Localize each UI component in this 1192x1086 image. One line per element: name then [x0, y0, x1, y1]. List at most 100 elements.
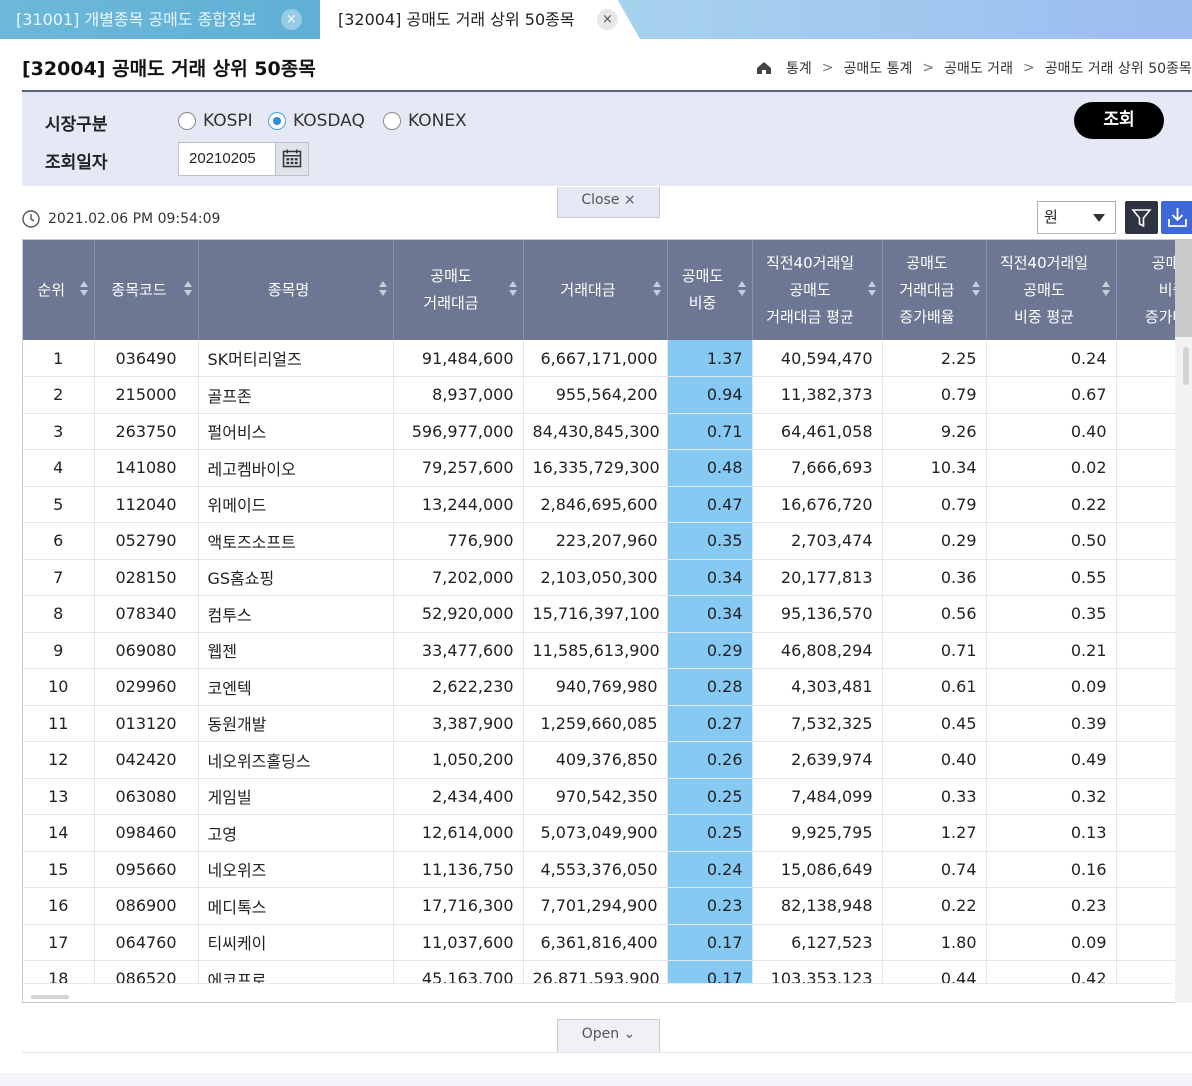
timestamp: 2021.02.06 PM 09:54:09: [22, 210, 220, 228]
short-ratio-cell: 0.23: [667, 887, 753, 925]
radio-konex[interactable]: KONEX: [383, 111, 467, 131]
table-row[interactable]: 12 042420 네오위즈홀딩스 1,050,200 409,376,850 0.26 2…: [23, 741, 1191, 779]
rank-cell: 17: [23, 924, 95, 961]
table-row[interactable]: 8 078340 컴투스 52,920,000 15,716,397,100 0.34 95…: [23, 595, 1191, 633]
table-row[interactable]: 1 036490 SK머티리얼즈 91,484,600 6,667,171,000 1.3…: [23, 340, 1191, 377]
close-panel-button[interactable]: Close ×: [557, 187, 660, 218]
avg40-ratio-cell: 0.22: [986, 486, 1117, 523]
name-cell: 펄어비스: [198, 413, 394, 450]
rank-cell: 4: [23, 449, 95, 487]
search-button[interactable]: 조회: [1074, 102, 1164, 139]
column-header[interactable]: 공매도 거래대금 증가배율: [882, 240, 987, 340]
radio-kosdaq[interactable]: KOSDAQ: [268, 111, 365, 131]
code-cell: 098460: [94, 814, 199, 852]
table-row[interactable]: 13 063080 게임빌 2,434,400 970,542,350 0.25 7,484…: [23, 778, 1191, 815]
tab-bar: [31001] 개별종목 공매도 종합정보 × [32004] 공매도 거래 상…: [0, 0, 1192, 39]
code-cell: 063080: [94, 778, 199, 815]
tab-31001[interactable]: [31001] 개별종목 공매도 종합정보 ×: [0, 0, 320, 39]
table-row[interactable]: 16 086900 메디톡스 17,716,300 7,701,294,900 0.23 8…: [23, 887, 1191, 925]
avg40-ratio-cell: 0.09: [986, 924, 1117, 961]
table-row[interactable]: 15 095660 네오위즈 11,136,750 4,553,376,050 0.24 1…: [23, 851, 1191, 888]
code-cell: 078340: [94, 595, 199, 633]
short-amount-cell: 11,037,600: [393, 924, 524, 961]
column-header[interactable]: 거래대금: [523, 240, 668, 340]
date-input[interactable]: 20210205: [178, 142, 276, 176]
filter-button[interactable]: [1125, 201, 1158, 234]
name-cell: 네오위즈: [198, 851, 394, 888]
trade-amount-cell: 11,585,613,900: [523, 632, 668, 669]
tab-close-icon[interactable]: ×: [597, 9, 618, 30]
download-button[interactable]: [1161, 201, 1192, 234]
sort-icon[interactable]: [79, 281, 88, 297]
vertical-scrollbar[interactable]: [1175, 239, 1192, 1003]
avg40-ratio-cell: 0.49: [986, 741, 1117, 779]
name-cell: 게임빌: [198, 778, 394, 815]
table-row[interactable]: 14 098460 고영 12,614,000 5,073,049,900 0.25 9,9…: [23, 814, 1191, 852]
name-cell: 액토즈소프트: [198, 522, 394, 560]
filter-icon: [1131, 209, 1152, 228]
sort-icon[interactable]: [971, 281, 980, 297]
download-icon: [1168, 208, 1187, 227]
breadcrumb-item[interactable]: 공매도 거래: [944, 58, 1013, 78]
column-header[interactable]: 공매도 거래대금: [393, 240, 524, 340]
sort-icon[interactable]: [867, 281, 876, 297]
tab-close-icon[interactable]: ×: [281, 9, 302, 30]
code-cell: 064760: [94, 924, 199, 961]
column-header[interactable]: 공매도 비중: [667, 240, 753, 340]
calendar-button[interactable]: [275, 142, 309, 176]
code-cell: 042420: [94, 741, 199, 779]
breadcrumb-item[interactable]: 공매도 통계: [844, 58, 913, 78]
table-row[interactable]: 7 028150 GS홈쇼핑 7,202,000 2,103,050,300 0.34 20…: [23, 559, 1191, 596]
breadcrumb-item[interactable]: 공매도 거래 상위 50종목: [1045, 58, 1192, 78]
table-row[interactable]: 9 069080 웹젠 33,477,600 11,585,613,900 0.29 46,…: [23, 632, 1191, 669]
amount-multiple-cell: 0.33: [882, 778, 987, 815]
sort-icon[interactable]: [1101, 281, 1110, 297]
name-cell: GS홈쇼핑: [198, 559, 394, 596]
column-header[interactable]: 직전40거래일 공매도 거래대금 평균: [752, 240, 883, 340]
table-row[interactable]: 17 064760 티씨케이 11,037,600 6,361,816,400 0.17 6…: [23, 924, 1191, 961]
column-header[interactable]: 종목명: [198, 240, 394, 340]
home-icon[interactable]: [756, 60, 772, 76]
name-cell: SK머티리얼즈: [198, 340, 394, 377]
rank-cell: 2: [23, 376, 95, 414]
radio-circle-icon[interactable]: [383, 112, 401, 130]
radio-selected-icon[interactable]: [268, 112, 286, 130]
horizontal-scrollbar[interactable]: [23, 983, 1173, 1002]
radio-circle-icon[interactable]: [178, 112, 196, 130]
code-cell: 013120: [94, 705, 199, 742]
unit-select[interactable]: 원: [1037, 201, 1116, 234]
table-row[interactable]: 4 141080 레고켐바이오 79,257,600 16,335,729,300 0.4…: [23, 449, 1191, 487]
table-row[interactable]: 6 052790 액토즈소프트 776,900 223,207,960 0.35 2,703…: [23, 522, 1191, 560]
radio-kospi[interactable]: KOSPI: [178, 111, 253, 131]
trade-amount-cell: 84,430,845,300: [523, 413, 668, 450]
chevron-right-icon: >: [922, 60, 935, 76]
table-row[interactable]: 3 263750 펄어비스 596,977,000 84,430,845,300 0.71…: [23, 413, 1191, 450]
rank-cell: 3: [23, 413, 95, 450]
table-row[interactable]: 11 013120 동원개발 3,387,900 1,259,660,085 0.27 7,…: [23, 705, 1191, 742]
table-row[interactable]: 5 112040 위메이드 13,244,000 2,846,695,600 0.47 16…: [23, 486, 1191, 523]
avg40-amount-cell: 7,532,325: [752, 705, 883, 742]
breadcrumb-item[interactable]: 통계: [786, 58, 812, 78]
sort-icon[interactable]: [183, 281, 192, 297]
short-amount-cell: 2,622,230: [393, 668, 524, 706]
amount-multiple-cell: 0.79: [882, 376, 987, 414]
rank-cell: 11: [23, 705, 95, 742]
sort-icon[interactable]: [652, 281, 661, 297]
sort-icon[interactable]: [508, 281, 517, 297]
scrollbar-thumb[interactable]: [1183, 347, 1189, 385]
sort-icon[interactable]: [378, 281, 387, 297]
table-row[interactable]: 2 215000 골프존 8,937,000 955,564,200 0.94 11,382…: [23, 376, 1191, 414]
avg40-amount-cell: 7,484,099: [752, 778, 883, 815]
scrollbar-thumb[interactable]: [1175, 239, 1192, 337]
avg40-amount-cell: 11,382,373: [752, 376, 883, 414]
scrollbar-thumb[interactable]: [31, 995, 69, 999]
open-panel-button[interactable]: Open ⌄: [557, 1019, 660, 1053]
table-row[interactable]: 10 029960 코엔텍 2,622,230 940,769,980 0.28 4,303…: [23, 668, 1191, 706]
name-cell: 네오위즈홀딩스: [198, 741, 394, 779]
tab-32004[interactable]: [32004] 공매도 거래 상위 50종목 ×: [320, 0, 640, 39]
column-header[interactable]: 순위: [23, 240, 95, 340]
column-header[interactable]: 직전40거래일 공매도 비중 평균: [986, 240, 1117, 340]
column-header[interactable]: 종목코드: [94, 240, 199, 340]
sort-icon[interactable]: [737, 281, 746, 297]
short-amount-cell: 596,977,000: [393, 413, 524, 450]
